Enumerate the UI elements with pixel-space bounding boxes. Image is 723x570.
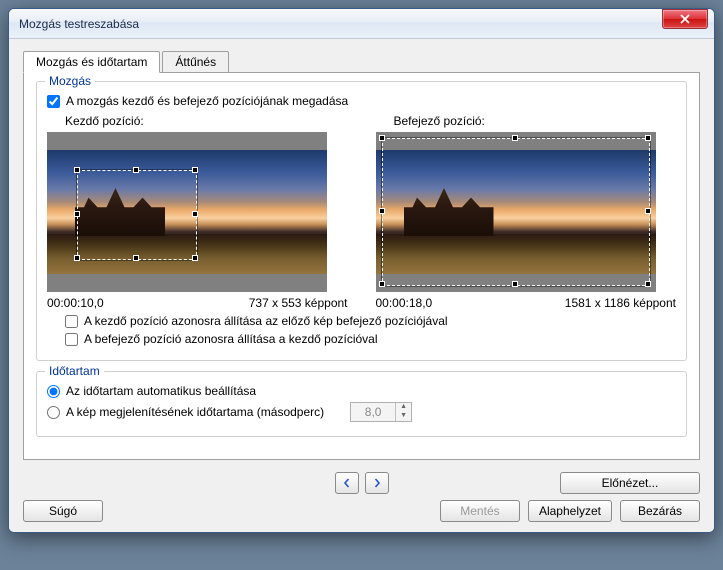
next-button[interactable] (365, 472, 389, 494)
tab-motion[interactable]: Mozgás és időtartam (23, 51, 160, 73)
start-dimensions: 737 x 553 képpont (249, 296, 348, 310)
duration-input[interactable] (351, 403, 395, 421)
same-as-prev-label: A kezdő pozíció azonosra állítása az elő… (84, 314, 448, 328)
close-button[interactable]: Bezárás (620, 500, 700, 522)
end-dimensions: 1581 x 1186 képpont (565, 296, 676, 310)
duration-manual-radio[interactable] (47, 406, 60, 419)
help-button[interactable]: Súgó (23, 500, 103, 522)
duration-spinner[interactable]: ▲▼ (350, 402, 412, 422)
end-info: 00:00:18,0 1581 x 1186 képpont (376, 296, 677, 310)
tab-transition[interactable]: Áttűnés (162, 51, 229, 73)
positions-row: Kezdő pozíció: 00:00:10,0 (47, 114, 676, 310)
end-position-label: Befejező pozíció: (376, 114, 677, 128)
specify-positions-label: A mozgás kezdő és befejező pozíciójának … (66, 94, 348, 108)
start-position-preview[interactable] (47, 132, 327, 292)
specify-positions-row[interactable]: A mozgás kezdő és befejező pozíciójának … (47, 94, 676, 108)
chevron-left-icon (342, 478, 352, 488)
same-as-prev-row[interactable]: A kezdő pozíció azonosra állítása az elő… (65, 314, 676, 328)
close-icon (680, 14, 690, 24)
nav-row: Előnézet... (23, 472, 700, 494)
same-as-start-label: A befejező pozíció azonosra állítása a k… (84, 332, 378, 346)
end-position-column: Befejező pozíció: 00:00:18,0 (376, 114, 677, 310)
start-position-column: Kezdő pozíció: 00:00:10,0 (47, 114, 348, 310)
preview-button[interactable]: Előnézet... (560, 472, 700, 494)
reset-button[interactable]: Alaphelyzet (528, 500, 612, 522)
duration-group: Időtartam Az időtartam automatikus beáll… (36, 371, 687, 437)
duration-legend: Időtartam (45, 364, 104, 378)
tab-panel-motion: Mozgás A mozgás kezdő és befejező pozíci… (23, 72, 700, 460)
motion-legend: Mozgás (45, 74, 95, 88)
same-as-prev-checkbox[interactable] (65, 315, 78, 328)
window-title: Mozgás testreszabása (19, 17, 662, 31)
dialog-body: Mozgás és időtartam Áttűnés Mozgás A moz… (9, 39, 714, 532)
duration-auto-radio[interactable] (47, 385, 60, 398)
chevron-right-icon (372, 478, 382, 488)
start-info: 00:00:10,0 737 x 553 képpont (47, 296, 348, 310)
same-as-start-checkbox[interactable] (65, 333, 78, 346)
end-selection-box[interactable] (382, 138, 650, 286)
close-window-button[interactable] (662, 9, 708, 29)
specify-positions-checkbox[interactable] (47, 95, 60, 108)
end-position-preview[interactable] (376, 132, 656, 292)
start-selection-box[interactable] (77, 170, 197, 260)
start-position-label: Kezdő pozíció: (47, 114, 348, 128)
duration-manual-row[interactable]: A kép megjelenítésének időtartama (másod… (47, 402, 676, 422)
bottom-button-row: Súgó Mentés Alaphelyzet Bezárás (23, 500, 700, 522)
duration-auto-row[interactable]: Az időtartam automatikus beállítása (47, 384, 676, 398)
spinner-up-icon[interactable]: ▲ (396, 403, 411, 412)
save-button[interactable]: Mentés (440, 500, 520, 522)
motion-group: Mozgás A mozgás kezdő és befejező pozíci… (36, 81, 687, 361)
tab-bar: Mozgás és időtartam Áttűnés (23, 51, 700, 73)
duration-manual-label: A kép megjelenítésének időtartama (másod… (66, 405, 324, 419)
start-time: 00:00:10,0 (47, 296, 104, 310)
titlebar: Mozgás testreszabása (9, 9, 714, 39)
dialog-window: Mozgás testreszabása Mozgás és időtartam… (8, 8, 715, 533)
spinner-down-icon[interactable]: ▼ (396, 412, 411, 421)
duration-auto-label: Az időtartam automatikus beállítása (66, 384, 256, 398)
same-as-start-row[interactable]: A befejező pozíció azonosra állítása a k… (65, 332, 676, 346)
prev-button[interactable] (335, 472, 359, 494)
end-time: 00:00:18,0 (376, 296, 433, 310)
